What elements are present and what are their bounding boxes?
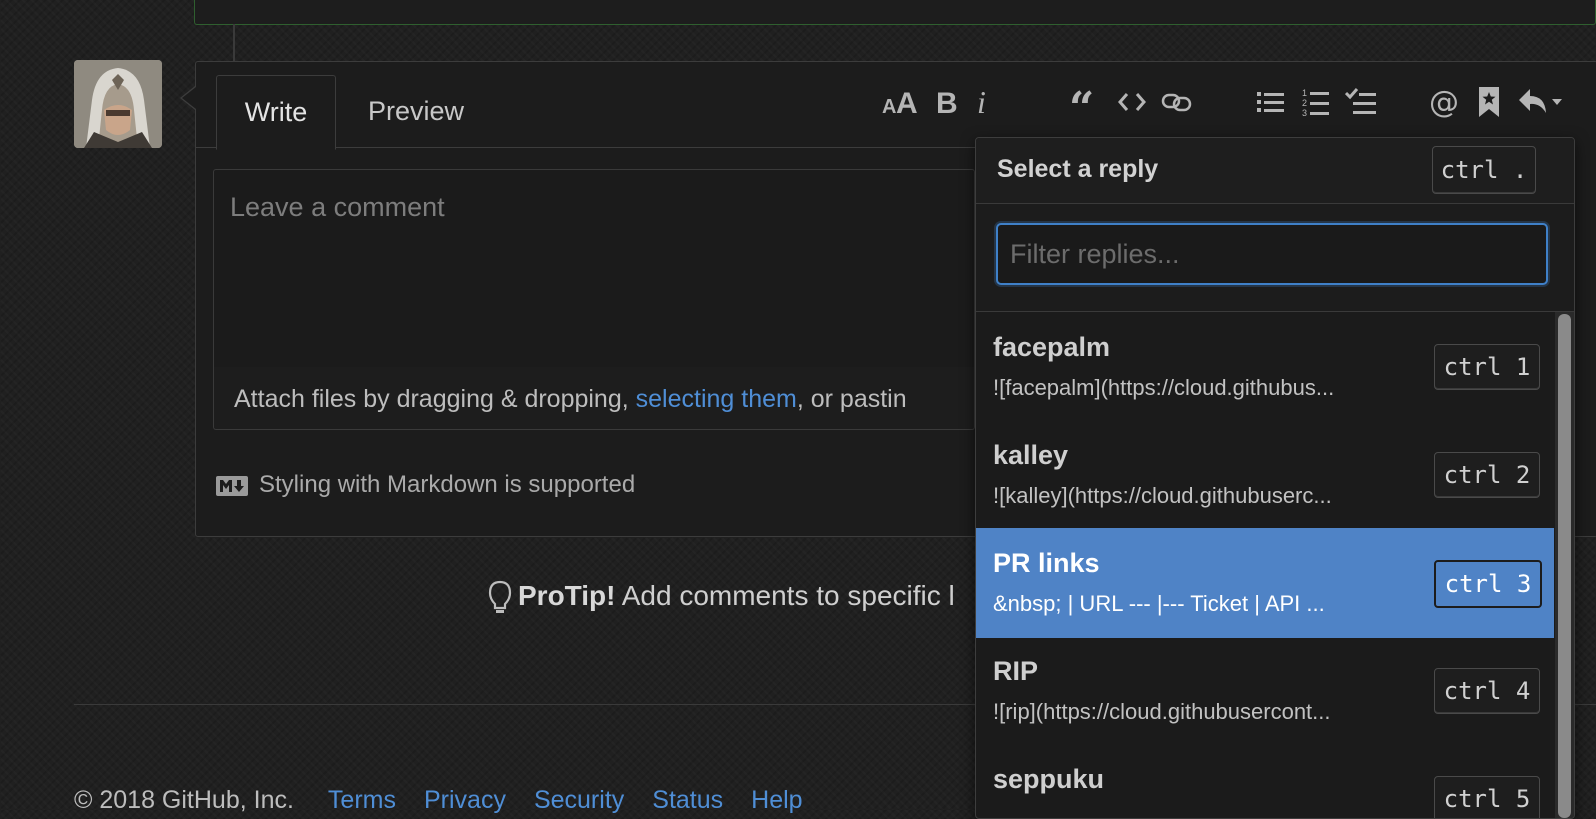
svg-text:A: A [882,96,896,117]
saved-reply-shortcut: ctrl 3 [1434,560,1542,608]
svg-text:3: 3 [1302,108,1307,117]
saved-reply-body: &nbsp; | URL --- |--- Ticket | API ... [993,591,1325,616]
bold-icon[interactable]: B [932,84,962,120]
link-icon[interactable] [1160,84,1194,120]
reply-icon[interactable] [1517,84,1565,120]
avatar[interactable] [74,60,162,148]
scrollbar-thumb[interactable] [1558,314,1571,818]
saved-reply-shortcut: ctrl 2 [1434,452,1540,498]
svg-text:@: @ [1429,86,1459,118]
attach-files-text: Attach files by dragging & dropping, sel… [234,385,907,413]
tab-preview[interactable]: Preview [368,75,464,147]
ordered-list-icon[interactable]: 123 [1301,84,1331,120]
saved-reply-name: seppuku [993,764,1105,794]
comment-placeholder: Leave a comment [230,192,445,222]
saved-reply-name: kalley [993,440,1069,470]
saved-reply-item[interactable]: seppuku ctrl 5 [976,744,1554,818]
svg-text:A: A [896,87,918,117]
timeline-line [233,24,235,62]
mention-icon[interactable]: @ [1427,84,1461,120]
comment-pointer-inner [182,87,196,109]
bookmark-icon[interactable] [1476,84,1502,120]
saved-reply-name: PR links [993,548,1100,578]
svg-text:i: i [977,87,986,117]
saved-replies-menu: Select a reply ctrl . facepalm ![facepal… [975,137,1575,819]
svg-text:1: 1 [1302,88,1307,98]
task-list-icon[interactable] [1344,84,1378,120]
saved-reply-shortcut: ctrl 5 [1434,776,1540,818]
markdown-supported-text: Styling with Markdown is supported [259,471,636,498]
selecting-them-link[interactable]: selecting them [636,385,797,413]
saved-replies-header: Select a reply ctrl . [976,138,1574,204]
saved-replies-title: Select a reply [997,155,1159,183]
italic-icon[interactable]: i [973,84,995,120]
saved-replies-shortcut: ctrl . [1432,146,1536,194]
protip: ProTip! Add comments to specific l [518,580,955,612]
saved-reply-body: ![kalley](https://cloud.githubuserc... [993,483,1332,508]
filter-wrap [976,204,1574,312]
quote-icon[interactable]: “ [1067,84,1101,120]
svg-text:B: B [936,87,958,117]
protip-label: ProTip! [518,580,616,611]
code-icon[interactable] [1115,84,1149,120]
saved-reply-item[interactable]: facepalm ![facepalm](https://cloud.githu… [976,312,1554,422]
markdown-icon[interactable] [216,476,248,501]
lightbulb-icon [488,580,512,621]
saved-replies-list: facepalm ![facepalm](https://cloud.githu… [976,312,1554,818]
saved-reply-body: ![facepalm](https://cloud.githubus... [993,375,1335,400]
footer: © 2018 GitHub, Inc. Terms Privacy Security S… [74,786,803,815]
saved-reply-name: RIP [993,656,1039,686]
filter-replies-input[interactable] [996,223,1548,285]
saved-reply-item[interactable]: RIP ![rip](https://cloud.githubusercont.… [976,636,1554,746]
svg-text:2: 2 [1302,98,1307,108]
avatar-image [74,60,162,148]
saved-reply-item-selected[interactable]: PR links &nbsp; | URL --- |--- Ticket | … [976,528,1554,638]
saved-reply-shortcut: ctrl 4 [1434,668,1540,714]
saved-reply-name: facepalm [993,332,1111,362]
protip-text: Add comments to specific l [615,580,955,611]
saved-reply-item[interactable]: kalley ![kalley](https://cloud.githubuse… [976,420,1554,530]
text-size-icon[interactable]: AA [881,84,921,120]
previous-comment-box [194,0,1596,25]
tab-write[interactable]: Write [216,75,336,150]
saved-reply-shortcut: ctrl 1 [1434,344,1540,390]
saved-reply-body: ![rip](https://cloud.githubusercont... [993,699,1331,724]
unordered-list-icon[interactable] [1256,84,1286,120]
svg-text:“: “ [1069,87,1094,117]
